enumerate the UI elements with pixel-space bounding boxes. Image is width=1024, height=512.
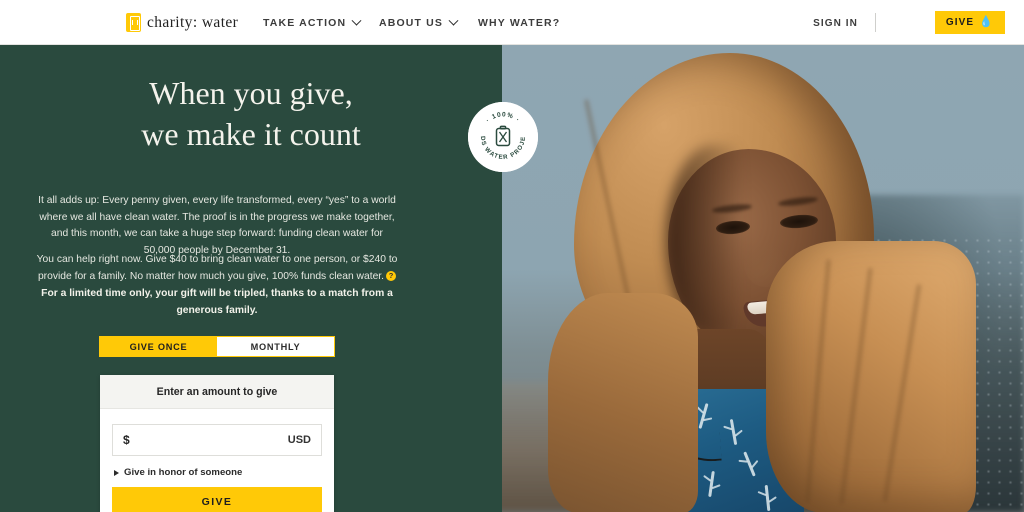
toggle-give-once[interactable]: GIVE ONCE	[100, 337, 217, 356]
give-in-honor-label: Give in honor of someone	[124, 467, 243, 478]
currency-code: USD	[287, 434, 311, 446]
dress-leaf-motif	[729, 418, 738, 446]
nav-why-water-label: WHY WATER?	[478, 17, 561, 29]
currency-symbol: $	[123, 433, 130, 447]
funds-water-projects-badge: · 100% · FUNDS WATER PROJECTS	[468, 102, 538, 172]
nav-about-us[interactable]: ABOUT US	[379, 15, 459, 29]
hero-paragraph-1: It all adds up: Every penny given, every…	[38, 195, 396, 257]
shawl-right-drape	[766, 241, 976, 512]
hero-headline-line2: we make it count	[141, 115, 361, 152]
hero-headline: When you give, we make it count	[0, 73, 502, 155]
sign-in-link[interactable]: SIGN IN	[813, 18, 858, 29]
hero-paragraph-2: You can help right now. Give $40 to brin…	[36, 252, 398, 285]
dress-leaf-motif	[743, 451, 756, 477]
header-divider	[875, 13, 876, 32]
nav-about-us-label: ABOUT US	[379, 17, 444, 29]
header-give-button[interactable]: GIVE 💧	[934, 11, 1005, 34]
page-root: charity: water TAKE ACTION ABOUT US WHY …	[0, 0, 1024, 512]
toggle-monthly[interactable]: MONTHLY	[217, 337, 334, 356]
site-header: charity: water TAKE ACTION ABOUT US WHY …	[0, 0, 1024, 45]
brand-logo[interactable]: charity: water	[126, 13, 238, 32]
shawl-left-drape	[548, 293, 698, 512]
nav-why-water[interactable]: WHY WATER?	[478, 17, 560, 29]
donation-frequency-toggle[interactable]: GIVE ONCE MONTHLY	[99, 336, 335, 357]
brand-logo-text: charity: water	[147, 13, 239, 31]
chevron-down-icon	[351, 15, 362, 26]
chevron-down-icon	[448, 15, 459, 26]
nav-take-action-label: TAKE ACTION	[263, 17, 347, 29]
donation-card: Enter an amount to give $ USD Give in ho…	[100, 375, 334, 512]
hero-paragraph-3: For a limited time only, your gift will …	[41, 288, 393, 316]
caret-right-icon	[114, 469, 119, 476]
header-give-label: GIVE	[945, 17, 975, 28]
dress-leaf-motif	[708, 470, 715, 498]
water-drop-icon: 💧	[979, 16, 994, 28]
amount-field-row[interactable]: $ USD	[112, 424, 322, 456]
give-in-honor-toggle[interactable]: Give in honor of someone	[114, 467, 334, 478]
dress-leaf-motif	[764, 484, 771, 512]
photo-subject	[548, 53, 1024, 512]
hero-section: · 100% · FUNDS WATER PROJECTS When you g…	[0, 45, 1024, 512]
donation-give-button[interactable]: GIVE	[112, 487, 322, 512]
amount-input[interactable]	[129, 433, 288, 447]
jerrycan-icon	[126, 13, 141, 32]
nav-take-action[interactable]: TAKE ACTION	[263, 15, 362, 29]
donation-card-title: Enter an amount to give	[100, 375, 334, 409]
hero-headline-line1: When you give,	[149, 75, 353, 111]
help-icon[interactable]: ?	[386, 270, 397, 281]
hero-paragraph-2-text: You can help right now. Give $40 to brin…	[36, 254, 398, 282]
